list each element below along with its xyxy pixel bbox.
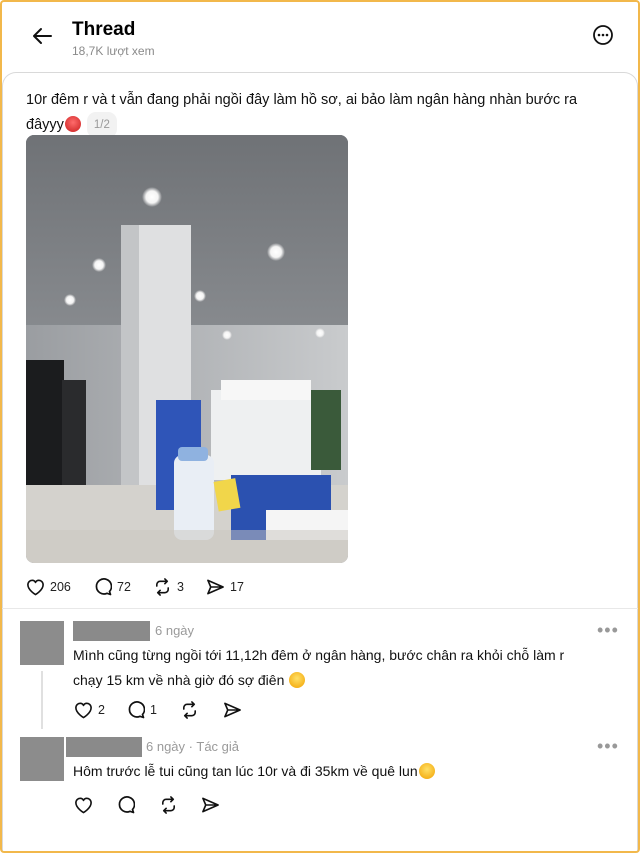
send-icon (207, 579, 224, 595)
comment-like-button[interactable]: 2 (74, 701, 105, 719)
comment-count: 72 (117, 580, 131, 594)
comment-button[interactable]: 72 (94, 578, 131, 596)
comment-text: Mình cũng từng ngồi tới 11,12h đêm ở ngâ… (73, 643, 628, 693)
comment-share-button[interactable] (223, 701, 242, 719)
repost-button[interactable]: 3 (153, 578, 184, 596)
like-count: 206 (50, 580, 71, 594)
more-options-button[interactable] (592, 24, 616, 48)
comment-reply-button[interactable] (117, 796, 135, 814)
username-redacted[interactable] (73, 621, 150, 641)
back-button[interactable] (26, 22, 58, 50)
comment-bubble-icon (128, 701, 145, 719)
comment-repost-button[interactable] (180, 701, 199, 719)
share-count: 17 (230, 580, 244, 594)
more-circle-icon (593, 25, 613, 45)
comment-like-button[interactable] (74, 796, 93, 814)
heart-icon (75, 702, 92, 719)
avatar[interactable] (20, 737, 64, 781)
comment-bubble-icon (118, 796, 135, 814)
angry-face-emoji-icon (64, 116, 81, 132)
avatar[interactable] (20, 621, 64, 665)
office-photo (26, 135, 348, 563)
comment-line-2-text: chạy 15 km về nhà giờ đó sợ điên (73, 672, 285, 688)
heart-icon (75, 797, 92, 814)
comment-repost-button[interactable] (159, 796, 178, 814)
post-text: 10r đêm r và t vẫn đang phải ngồi đây là… (26, 88, 616, 138)
comment-share-button[interactable] (201, 796, 220, 814)
comment-more-button[interactable]: ••• (597, 620, 619, 641)
send-icon (202, 797, 219, 813)
laughing-emoji-icon (289, 672, 306, 688)
comment-reply-count: 1 (150, 703, 157, 717)
comment-meta: 6 ngày · Tác giả (146, 739, 239, 754)
view-count: 18,7K lượt xem (72, 44, 155, 58)
arrow-left-icon (33, 28, 52, 44)
comment-line-2: chạy 15 km về nhà giờ đó sợ điên (73, 668, 628, 693)
author-tag: · Tác giả (188, 739, 240, 754)
repost-icon (155, 578, 170, 596)
like-button[interactable]: 206 (26, 578, 71, 596)
comment-time: 6 ngày (155, 623, 195, 638)
comment-like-count: 2 (98, 703, 105, 717)
comment-bubble-icon (95, 578, 112, 596)
share-button[interactable]: 17 (206, 578, 244, 596)
repost-icon (182, 701, 197, 719)
page-title: Thread (72, 19, 136, 40)
comment-time: 6 ngày (146, 739, 186, 754)
username-redacted[interactable] (66, 737, 142, 757)
heart-icon (27, 579, 44, 596)
repost-icon (161, 796, 176, 814)
comment-reply-button[interactable]: 1 (127, 701, 157, 719)
send-icon (224, 702, 241, 718)
divider (2, 608, 638, 609)
post-image[interactable] (26, 135, 348, 563)
thread-connector-line (41, 671, 43, 729)
crying-emoji-icon (418, 763, 435, 779)
comment-text: Hôm trước lễ tui cũng tan lúc 10r và đi … (73, 759, 628, 784)
comment-line-1: Mình cũng từng ngồi tới 11,12h đêm ở ngâ… (73, 647, 565, 663)
comment-body: Hôm trước lễ tui cũng tan lúc 10r và đi … (73, 763, 418, 779)
repost-count: 3 (177, 580, 184, 594)
comment-more-button[interactable]: ••• (597, 736, 619, 757)
